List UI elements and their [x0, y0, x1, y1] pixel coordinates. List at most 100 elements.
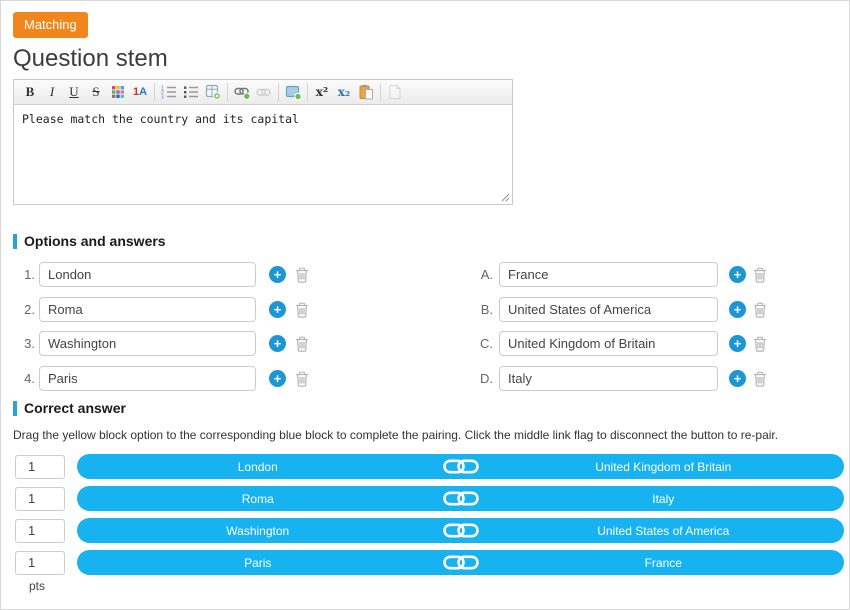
toolbar-group-source	[381, 83, 409, 102]
link-icon[interactable]	[439, 555, 483, 570]
option-input[interactable]	[39, 297, 256, 322]
option-row: 4.	[9, 366, 309, 391]
option-row: 3.	[9, 331, 309, 356]
delete-answer-button[interactable]	[753, 371, 767, 387]
remove-link-button[interactable]	[253, 83, 275, 102]
points-input[interactable]	[15, 518, 65, 543]
ordered-list-button[interactable]: 123	[158, 83, 180, 102]
pair-left-option[interactable]: Paris	[77, 556, 439, 570]
plus-icon	[274, 268, 282, 281]
pair-pill[interactable]: Paris France	[77, 550, 844, 575]
delete-option-button[interactable]	[295, 371, 309, 387]
answer-input[interactable]	[499, 297, 718, 322]
text-color-button[interactable]	[107, 83, 129, 102]
plus-icon	[734, 268, 742, 281]
option-input[interactable]	[39, 262, 256, 287]
editor-toolbar: B I U S 1A 123 x² x₂	[14, 80, 512, 105]
pair-left-option[interactable]: Roma	[77, 492, 439, 506]
link-icon[interactable]	[439, 491, 483, 506]
option-input[interactable]	[39, 331, 256, 356]
toolbar-group-scripts: x² x₂	[308, 82, 381, 102]
unordered-list-icon	[184, 86, 198, 98]
option-input[interactable]	[39, 366, 256, 391]
stem-textarea[interactable]: Please match the country and its capital	[14, 105, 512, 204]
answer-row: B.	[473, 297, 767, 322]
answer-letter-label: A.	[480, 267, 493, 282]
superscript-button[interactable]: x²	[311, 83, 333, 102]
plus-icon	[274, 337, 282, 350]
add-answer-button[interactable]	[729, 335, 746, 352]
add-option-button[interactable]	[269, 370, 286, 387]
points-input[interactable]	[15, 550, 65, 575]
pair-right-option[interactable]: United States of America	[483, 524, 845, 538]
answer-letter-label: C.	[480, 336, 493, 351]
question-stem-title: Question stem	[13, 45, 168, 72]
source-document-button[interactable]	[384, 83, 406, 102]
rich-text-editor: B I U S 1A 123 x² x₂ Please match the co…	[13, 79, 513, 205]
delete-answer-button[interactable]	[753, 336, 767, 352]
trash-icon	[754, 267, 766, 283]
pair-left-option[interactable]: Washington	[77, 524, 439, 538]
pair-left-option[interactable]: London	[77, 460, 439, 474]
delete-option-button[interactable]	[295, 302, 309, 318]
section-accent-bar	[13, 400, 17, 416]
points-input[interactable]	[15, 454, 65, 479]
link-icon[interactable]	[439, 523, 483, 538]
option-number-label: 3.	[24, 336, 35, 351]
pair-row: London United Kingdom of Britain	[15, 454, 844, 479]
add-option-button[interactable]	[269, 301, 286, 318]
answer-input[interactable]	[499, 262, 718, 287]
add-answer-button[interactable]	[729, 301, 746, 318]
source-document-icon	[389, 84, 401, 100]
link-icon[interactable]	[439, 459, 483, 474]
pair-pill[interactable]: London United Kingdom of Britain	[77, 454, 844, 479]
pair-right-option[interactable]: United Kingdom of Britain	[483, 460, 845, 474]
answer-input[interactable]	[499, 366, 718, 391]
insert-table-button[interactable]	[202, 83, 224, 102]
add-option-button[interactable]	[269, 266, 286, 283]
correct-answer-title: Correct answer	[24, 400, 126, 416]
paste-button[interactable]	[355, 83, 377, 102]
strikethrough-button[interactable]: S	[85, 83, 107, 102]
pair-right-option[interactable]: Italy	[483, 492, 845, 506]
delete-answer-button[interactable]	[753, 302, 767, 318]
unordered-list-button[interactable]	[180, 83, 202, 102]
pair-right-option[interactable]: France	[483, 556, 845, 570]
answer-input[interactable]	[499, 331, 718, 356]
add-option-button[interactable]	[269, 335, 286, 352]
answer-letter-label: B.	[480, 302, 493, 317]
plus-icon	[734, 372, 742, 385]
add-answer-button[interactable]	[729, 370, 746, 387]
option-number-label: 2.	[24, 302, 35, 317]
italic-button[interactable]: I	[41, 83, 63, 102]
section-accent-bar	[13, 233, 17, 249]
insert-link-icon	[233, 87, 251, 100]
delete-option-button[interactable]	[295, 267, 309, 283]
insert-table-icon	[205, 84, 221, 100]
toolbar-group-lists: 123	[155, 82, 228, 102]
resize-handle-icon[interactable]	[501, 193, 510, 202]
toolbar-group-image	[279, 82, 308, 102]
bold-button[interactable]: B	[19, 83, 41, 102]
toolbar-group-links	[228, 82, 279, 102]
pairing-instruction: Drag the yellow block option to the corr…	[13, 428, 779, 442]
pair-row: Roma Italy	[15, 486, 844, 511]
insert-image-button[interactable]	[282, 83, 304, 102]
option-row: 1.	[9, 262, 309, 287]
subscript-button[interactable]: x₂	[333, 83, 355, 102]
add-answer-button[interactable]	[729, 266, 746, 283]
delete-option-button[interactable]	[295, 336, 309, 352]
pair-pill[interactable]: Roma Italy	[77, 486, 844, 511]
svg-text:3: 3	[161, 95, 164, 100]
matching-question-editor: Matching Question stem B I U S 1A 1 2 3 …	[0, 0, 850, 610]
insert-link-button[interactable]	[231, 83, 253, 102]
pair-pill[interactable]: Washington United States of America	[77, 518, 844, 543]
underline-button[interactable]: U	[63, 83, 85, 102]
font-size-button[interactable]: 1A	[129, 83, 151, 102]
trash-icon	[754, 336, 766, 352]
plus-icon	[274, 303, 282, 316]
trash-icon	[296, 267, 308, 283]
points-input[interactable]	[15, 486, 65, 511]
pair-row: Paris France	[15, 550, 844, 575]
delete-answer-button[interactable]	[753, 267, 767, 283]
